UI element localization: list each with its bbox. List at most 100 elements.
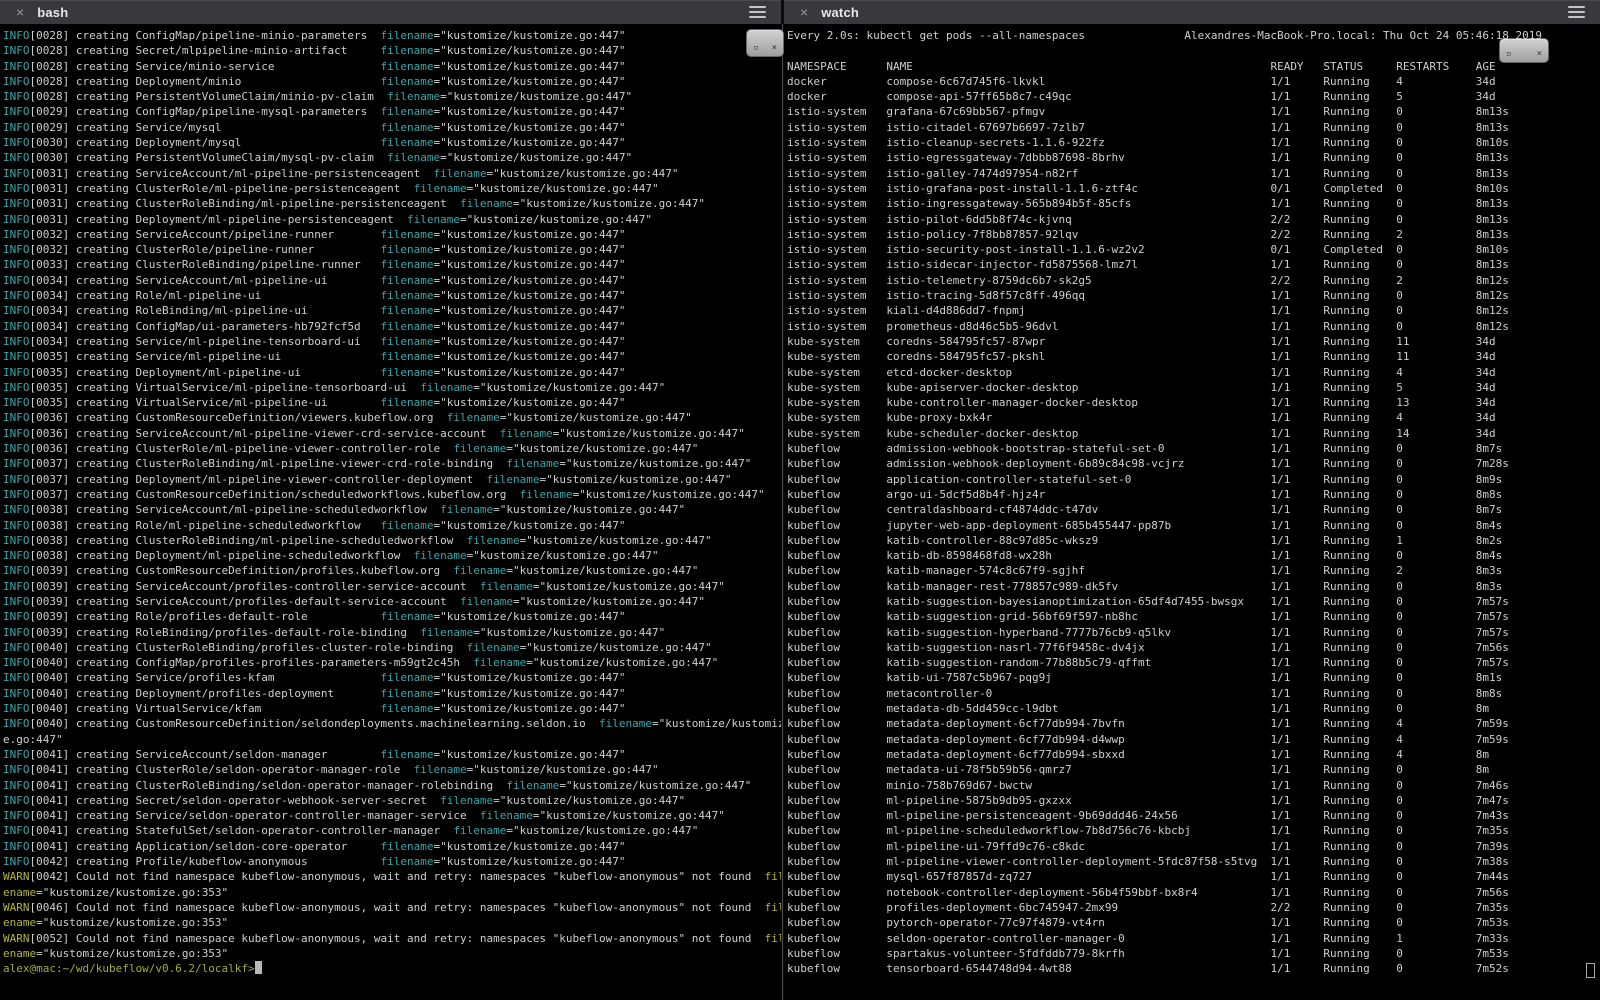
pod-row: kubeflow centraldashboard-cf4874ddc-t47d… (787, 502, 1600, 517)
terminal-output-bash[interactable]: INFO[0028] creating ConfigMap/pipeline-m… (0, 24, 781, 976)
log-line: INFO[0030] creating PersistentVolumeClai… (3, 150, 781, 165)
pod-row: istio-system istio-sidecar-injector-fd58… (787, 257, 1600, 272)
terminal-pane-bash: × bash INFO[0028] creating ConfigMap/pip… (0, 0, 781, 1000)
pod-row: kubeflow minio-758b769d67-bwctw 1/1 Runn… (787, 778, 1600, 793)
menu-icon[interactable] (1568, 6, 1585, 18)
close-icon[interactable]: × (16, 5, 24, 19)
pod-row: kubeflow metadata-deployment-6cf77db994-… (787, 732, 1600, 747)
tab-bar-bash: × bash (0, 0, 781, 24)
log-line: INFO[0040] creating VirtualService/kfam … (3, 701, 781, 716)
pod-row: kubeflow ml-pipeline-scheduledworkflow-7… (787, 823, 1600, 838)
log-line: INFO[0036] creating ClusterRole/ml-pipel… (3, 441, 781, 456)
log-line: INFO[0041] creating ServiceAccount/seldo… (3, 747, 781, 762)
terminal-output-watch[interactable]: Every 2.0s: kubectl get pods --all-names… (784, 24, 1600, 976)
log-line: INFO[0028] creating Secret/mlpipeline-mi… (3, 43, 781, 58)
pod-row: kube-system kube-controller-manager-dock… (787, 395, 1600, 410)
log-line: INFO[0039] creating ServiceAccount/profi… (3, 579, 781, 594)
menu-icon[interactable] (749, 6, 766, 18)
pod-row: istio-system istio-egressgateway-7dbbb87… (787, 150, 1600, 165)
pod-row: kube-system etcd-docker-desktop 1/1 Runn… (787, 365, 1600, 380)
log-line: INFO[0034] creating Service/ml-pipeline-… (3, 334, 781, 349)
bash-log: INFO[0028] creating ConfigMap/pipeline-m… (3, 28, 781, 976)
pod-row: istio-system istio-galley-7474d97954-n82… (787, 166, 1600, 181)
pod-row: istio-system prometheus-d8d46c5b5-96dvl … (787, 319, 1600, 334)
pod-row: kubeflow ml-pipeline-viewer-controller-d… (787, 854, 1600, 869)
log-line: INFO[0031] creating ClusterRoleBinding/m… (3, 196, 781, 211)
tab-title-bash: bash (37, 5, 68, 20)
pod-row: kubeflow katib-db-8598468fd8-wx28h 1/1 R… (787, 548, 1600, 563)
log-line: INFO[0038] creating ServiceAccount/ml-pi… (3, 502, 781, 517)
cursor-hollow (1586, 963, 1595, 978)
log-line: INFO[0037] creating CustomResourceDefini… (3, 487, 781, 502)
log-line: INFO[0037] creating ClusterRoleBinding/m… (3, 456, 781, 471)
pod-row: istio-system istio-telemetry-8759dc6b7-s… (787, 273, 1600, 288)
log-line: INFO[0034] creating Role/ml-pipeline-ui … (3, 288, 781, 303)
log-line: INFO[0034] creating ServiceAccount/ml-pi… (3, 273, 781, 288)
cursor-block (255, 961, 262, 974)
pod-row: kubeflow ml-pipeline-persistenceagent-9b… (787, 808, 1600, 823)
pod-row: kubeflow application-controller-stateful… (787, 472, 1600, 487)
pod-row: istio-system istio-citadel-67697b6697-7z… (787, 120, 1600, 135)
log-line: INFO[0041] creating StatefulSet/seldon-o… (3, 823, 781, 838)
pod-row: kubeflow katib-controller-88c97d85c-wksz… (787, 533, 1600, 548)
log-line: INFO[0038] creating ClusterRoleBinding/m… (3, 533, 781, 548)
pod-row: docker compose-api-57ff65b8c7-c49qc 1/1 … (787, 89, 1600, 104)
pod-row: istio-system grafana-67c69bb567-pfmgv 1/… (787, 104, 1600, 119)
pod-row: kube-system kube-scheduler-docker-deskto… (787, 426, 1600, 441)
watch-host-time: Alexandres-MacBook-Pro.local: Thu Oct 24… (1184, 28, 1542, 43)
log-line: INFO[0039] creating Role/profiles-defaul… (3, 609, 781, 624)
pod-row: istio-system istio-security-post-install… (787, 242, 1600, 257)
log-line: INFO[0040] creating Deployment/profiles-… (3, 686, 781, 701)
log-line: INFO[0039] creating CustomResourceDefini… (3, 563, 781, 578)
pod-row: kubeflow notebook-controller-deployment-… (787, 885, 1600, 900)
pod-row: kubeflow seldon-operator-controller-mana… (787, 931, 1600, 946)
close-icon[interactable]: × (800, 5, 808, 19)
log-line: INFO[0041] creating Application/seldon-c… (3, 839, 781, 854)
log-line: INFO[0041] creating Secret/seldon-operat… (3, 793, 781, 808)
pod-row: istio-system kiali-d4d886dd7-fnpmj 1/1 R… (787, 303, 1600, 318)
pod-row: kubeflow spartakus-volunteer-5fdfddb779-… (787, 946, 1600, 961)
watch-header: Every 2.0s: kubectl get pods --all-names… (787, 28, 1542, 43)
pod-row: kubeflow mysql-657f87857d-zq727 1/1 Runn… (787, 869, 1600, 884)
log-line: INFO[0034] creating ConfigMap/ui-paramet… (3, 319, 781, 334)
pod-row: kubeflow katib-suggestion-nasrl-77f6f945… (787, 640, 1600, 655)
log-line: INFO[0037] creating Deployment/ml-pipeli… (3, 472, 781, 487)
pod-row: kubeflow metadata-deployment-6cf77db994-… (787, 716, 1600, 731)
pod-row: istio-system istio-tracing-5d8f57c8ff-49… (787, 288, 1600, 303)
pod-row: kube-system coredns-584795fc57-87wpr 1/1… (787, 334, 1600, 349)
pod-row: kubeflow admission-webhook-bootstrap-sta… (787, 441, 1600, 456)
log-line: INFO[0039] creating ServiceAccount/profi… (3, 594, 781, 609)
log-line: INFO[0042] creating Profile/kubeflow-ano… (3, 854, 781, 869)
log-line: INFO[0029] creating Service/mysql filena… (3, 120, 781, 135)
pod-row: kubeflow profiles-deployment-6bc745947-2… (787, 900, 1600, 915)
log-line: INFO[0036] creating CustomResourceDefini… (3, 410, 781, 425)
tab-title-watch: watch (821, 5, 859, 20)
pod-row: kube-system kube-proxy-bxk4r 1/1 Running… (787, 410, 1600, 425)
pod-row: kubeflow pytorch-operator-77c97f4879-vt4… (787, 915, 1600, 930)
log-line: INFO[0034] creating RoleBinding/ml-pipel… (3, 303, 781, 318)
log-line: INFO[0040] creating ClusterRoleBinding/p… (3, 640, 781, 655)
pod-row: istio-system istio-grafana-post-install-… (787, 181, 1600, 196)
log-line: INFO[0033] creating ClusterRoleBinding/p… (3, 257, 781, 272)
log-line: INFO[0030] creating Deployment/mysql fil… (3, 135, 781, 150)
pod-row: kubeflow katib-ui-7587c5b967-pqg9j 1/1 R… (787, 670, 1600, 685)
log-line: INFO[0035] creating Deployment/ml-pipeli… (3, 365, 781, 380)
log-line: INFO[0038] creating Deployment/ml-pipeli… (3, 548, 781, 563)
log-line: INFO[0028] creating Service/minio-servic… (3, 59, 781, 74)
log-line: INFO[0040] creating CustomResourceDefini… (3, 716, 781, 747)
pod-row: kubeflow metadata-db-5dd459cc-l9dbt 1/1 … (787, 701, 1600, 716)
pod-row: kubeflow argo-ui-5dcf5d8b4f-hjz4r 1/1 Ru… (787, 487, 1600, 502)
shell-prompt-line: alex@mac:~/wd/kubeflow/v0.6.2/localkf> (3, 961, 781, 976)
pod-row: kubeflow metadata-deployment-6cf77db994-… (787, 747, 1600, 762)
log-line: INFO[0041] creating ClusterRoleBinding/s… (3, 778, 781, 793)
log-line: INFO[0031] creating ClusterRole/ml-pipel… (3, 181, 781, 196)
log-line: INFO[0041] creating Service/seldon-opera… (3, 808, 781, 823)
shell-prompt: alex@mac:~/wd/kubeflow/v0.6.2/localkf> (3, 962, 255, 975)
pods-table: NAMESPACE NAME READY STATUS RESTARTS AGE… (787, 59, 1600, 977)
pod-row: kubeflow katib-manager-rest-778857c989-d… (787, 579, 1600, 594)
log-line: INFO[0035] creating VirtualService/ml-pi… (3, 395, 781, 410)
log-line: INFO[0032] creating ServiceAccount/pipel… (3, 227, 781, 242)
log-line: INFO[0040] creating ConfigMap/profiles-p… (3, 655, 781, 670)
log-line: INFO[0035] creating Service/ml-pipeline-… (3, 349, 781, 364)
log-line: INFO[0041] creating ClusterRole/seldon-o… (3, 762, 781, 777)
